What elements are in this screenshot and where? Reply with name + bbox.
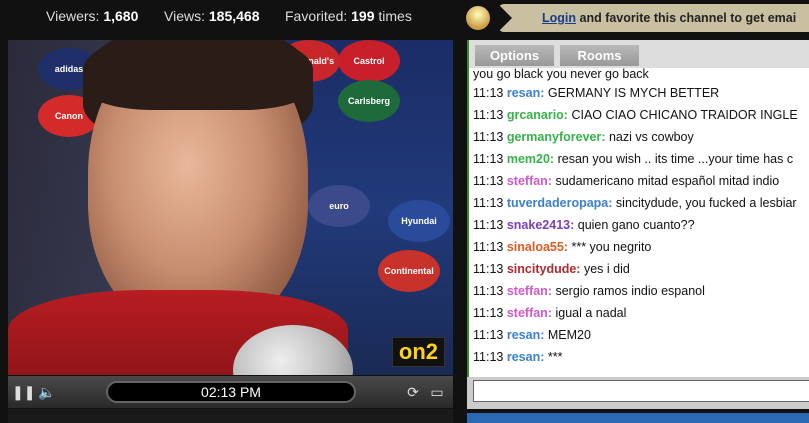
message-time: 11:13 [473,130,504,144]
message-text: sudamericano mitad español mitad indio [555,174,780,188]
message-text: igual a nadal [555,306,627,320]
chat-message: 11:13 grcanario: CIAO CIAO CHICANO TRAID… [473,104,809,126]
stats-bar: Viewers: 1,680 Views: 185,468 Favorited:… [0,0,462,36]
message-username[interactable]: steffan: [507,306,552,320]
message-username[interactable]: sincitydude: [507,262,581,276]
sponsor-logo: euro [308,185,370,227]
chat-panel: Options Rooms you go black you never go … [467,40,809,377]
message-username[interactable]: germanyforever: [507,130,606,144]
chat-message: 11:13 steffan: sergio ramos indio espano… [473,280,809,302]
message-time: 11:13 [473,86,504,100]
message-username[interactable]: steffan: [507,174,552,188]
video-player[interactable]: adidas Castrol Canon Carlsberg euro Cont… [8,40,453,375]
sponsor-logo: Carlsberg [338,80,400,122]
promo-arrow-icon [498,4,512,32]
message-text: CIAO CIAO CHICANO TRAIDOR INGLE [571,108,798,122]
chat-message: 11:13 resan: *** [473,346,809,368]
message-time: 11:13 [473,174,504,188]
message-text: sincitydude, you fucked a lesbiar [615,196,797,210]
message-username[interactable]: resan: [507,350,545,364]
fullscreen-icon[interactable]: ▭ [426,380,448,404]
message-time: 11:13 [473,108,504,122]
chat-message: 11:13 germanyforever: nazi vs cowboy [473,126,809,148]
message-text: nazi vs cowboy [608,130,694,144]
message-time: 11:13 [473,196,504,210]
message-time: 11:13 [473,350,504,364]
favorited-stat: Favorited: 199 times [285,0,412,33]
chat-message: 11:13 resan: GERMANY IS MYCH BETTER [473,82,809,104]
message-username[interactable]: resan: [507,86,545,100]
message-time: 11:13 [473,284,504,298]
chat-message: 11:13 steffan: sudamericano mitad españo… [473,170,809,192]
views-label: Views: [164,8,205,24]
message-username[interactable]: mem20: [507,152,554,166]
favorited-suffix: times [378,8,412,24]
favorited-label: Favorited: [285,8,348,24]
message-time: 11:13 [473,328,504,342]
message-time: 11:13 [473,240,504,254]
favorited-count: 199 [351,8,375,24]
video-controls: ❚❚ 🔈 02:13 PM ⟳ ▭ [8,376,453,408]
chat-input-area [467,377,809,409]
message-text: resan you wish .. its time ...your time … [557,152,794,166]
below-video-bar [8,409,453,423]
message-username[interactable]: steffan: [507,284,552,298]
volume-icon[interactable]: 🔈 [36,380,58,404]
bottom-bar [467,413,809,423]
message-text: *** [547,350,563,364]
tab-options[interactable]: Options [475,45,554,66]
viewers-label: Viewers: [46,8,100,24]
message-text: GERMANY IS MYCH BETTER [547,86,720,100]
chat-message: 11:13 sincitydude: yes i did [473,258,809,280]
chat-input[interactable] [473,380,809,402]
refresh-icon[interactable]: ⟳ [402,380,424,404]
chat-messages: you go black you never go back 11:13 res… [473,68,809,368]
views-count: 185,468 [208,8,260,24]
chat-partial-line: you go black you never go back [473,68,649,81]
message-time: 11:13 [473,262,504,276]
time-display[interactable]: 02:13 PM [106,381,356,403]
pause-icon[interactable]: ❚❚ [12,380,35,404]
message-text: quien gano cuanto?? [577,218,695,232]
login-link[interactable]: Login [542,11,576,25]
broadcast-watermark: on2 [391,337,445,367]
viewers-count: 1,680 [103,8,139,24]
message-username[interactable]: grcanario: [507,108,568,122]
chat-message: 11:13 tuverdaderopapa: sincitydude, you … [473,192,809,214]
message-username[interactable]: sinaloa55: [507,240,568,254]
chat-message: 11:13 resan: MEM20 [473,324,809,346]
message-text: sergio ramos indio espanol [555,284,705,298]
message-username[interactable]: tuverdaderopapa: [507,196,613,210]
tab-rooms[interactable]: Rooms [560,45,639,66]
message-text: MEM20 [547,328,591,342]
views-stat: Views: 185,468 [164,0,259,33]
sponsor-logo: Hyundai [388,200,450,242]
sponsor-logo: Continental [378,250,440,292]
chat-message: 11:13 snake2413: quien gano cuanto?? [473,214,809,236]
message-text: *** you negrito [571,240,652,254]
message-time: 11:13 [473,218,504,232]
message-time: 11:13 [473,152,504,166]
message-username[interactable]: resan: [507,328,545,342]
login-promo: Login and favorite this channel to get e… [498,4,809,32]
message-username[interactable]: snake2413: [507,218,574,232]
chat-message: 11:13 mem20: resan you wish .. its time … [473,148,809,170]
user-avatar-icon [466,6,490,30]
sponsor-logo: Castrol [338,40,400,82]
player-hair-top [83,40,313,110]
login-promo-text: and favorite this channel to get emai [579,11,797,25]
chat-message: 11:13 sinaloa55: *** you negrito [473,236,809,258]
chat-tabs: Options Rooms [469,40,809,68]
chat-message: 11:13 steffan: igual a nadal [473,302,809,324]
message-text: yes i did [583,262,630,276]
message-time: 11:13 [473,306,504,320]
viewers-stat: Viewers: 1,680 [46,0,138,33]
